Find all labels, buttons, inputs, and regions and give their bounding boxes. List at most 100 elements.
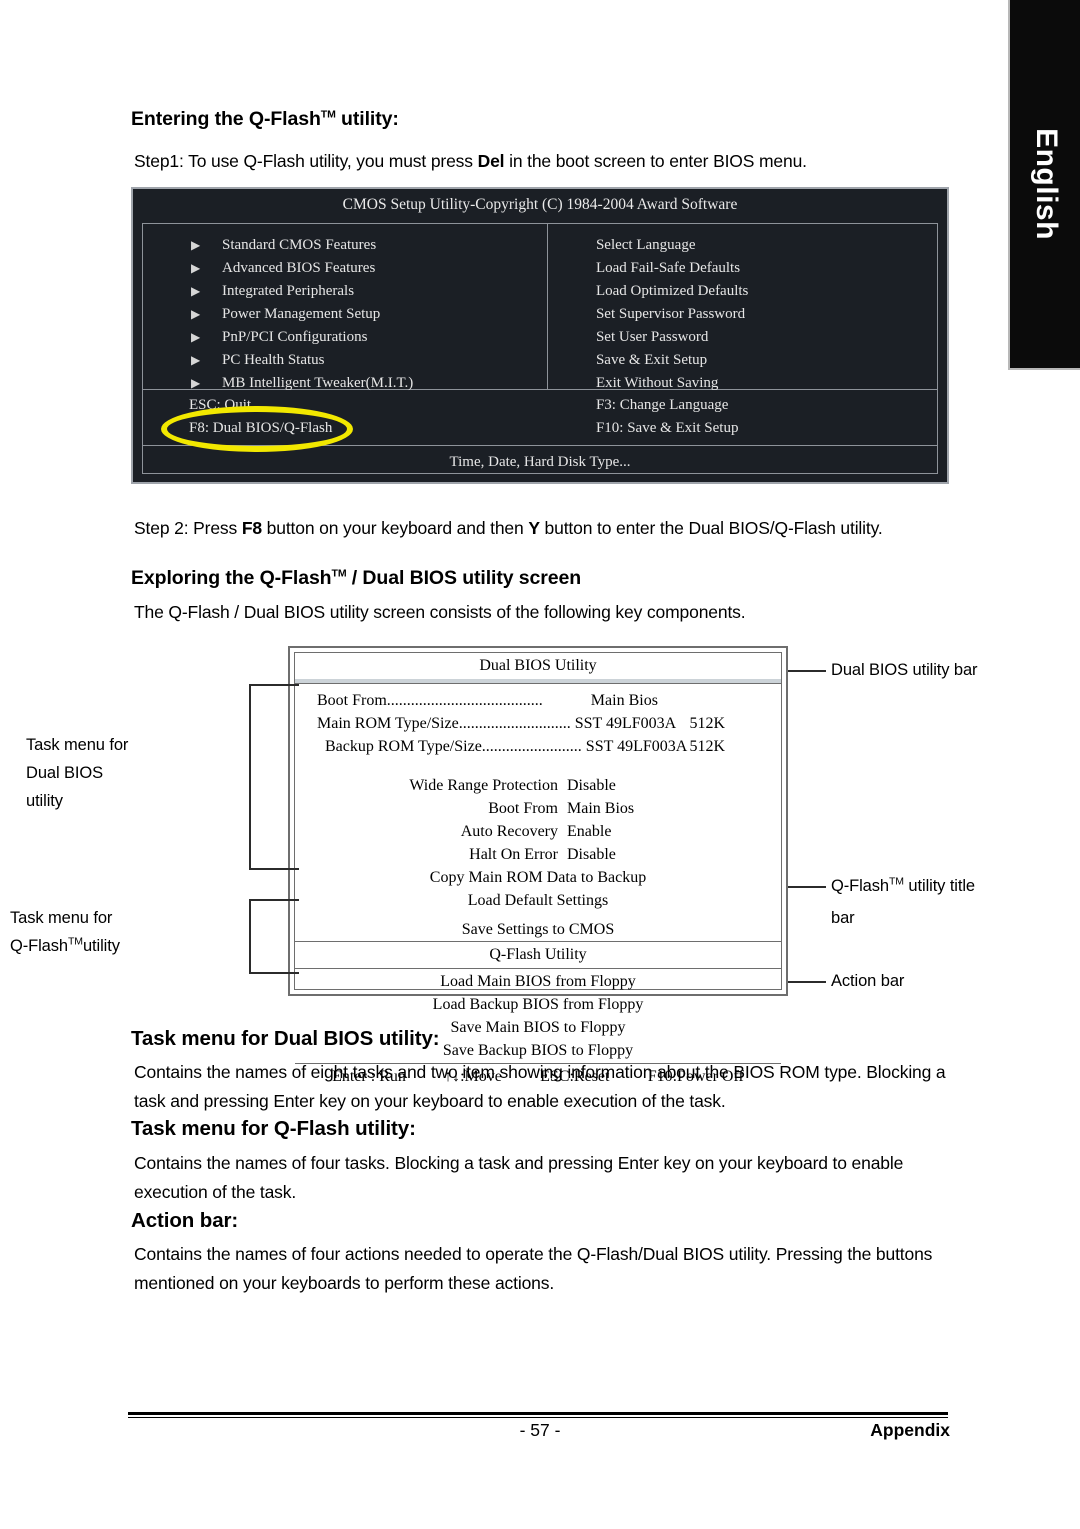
bios-menu-item[interactable]: ▶ Power Management Setup (143, 303, 547, 326)
info-label: Boot From...............................… (317, 692, 543, 709)
task-menu-qflash-description: Contains the names of four tasks. Blocki… (134, 1153, 904, 1202)
dual-bios-task-menu: Wide Range Protection Disable Boot From … (295, 774, 781, 942)
task-label: Boot From (488, 800, 558, 817)
step2-key-f8: F8 (241, 518, 262, 538)
qflash-dualbios-diagram: Dual BIOS Utility Boot From.............… (0, 640, 1080, 1085)
callout-qflash-suffix: utility title (903, 877, 975, 895)
task-row-auto-recovery[interactable]: Auto Recovery Enable (295, 820, 781, 843)
page-title-entering: Entering the Q-FlashTM utility: (131, 108, 399, 131)
bios-menu-item-label: Load Fail-Safe Defaults (595, 260, 741, 276)
trademark-mark: TM (320, 108, 336, 121)
task-label: Halt On Error (469, 846, 558, 863)
step2-text-a: Step 2: Press (134, 518, 242, 538)
bios-menu-item-label: Load Optimized Defaults (595, 283, 749, 299)
bios-menu-columns: ▶ Standard CMOS Features ▶ Advanced BIOS F… (143, 224, 937, 391)
triangle-right-icon: ▶ (191, 238, 201, 252)
footer-divider (128, 1412, 948, 1415)
task-value: Disable (567, 846, 616, 863)
bios-key-hint-f8: F8: Dual BIOS/Q-Flash (189, 420, 333, 436)
callout-task-menu-dual-bios-line2: Dual BIOS (26, 764, 104, 782)
leader-line-action-bar (788, 981, 826, 983)
step1-key-del: Del (477, 151, 505, 171)
bios-menu-item-label: Select Language (595, 237, 696, 253)
bios-menu-item-label: Integrated Peripherals (222, 283, 355, 299)
rom-info-block: Boot From...............................… (295, 680, 781, 758)
bios-menu-item[interactable]: Set User Password (548, 326, 937, 349)
bios-menu-item-label: Advanced BIOS Features (222, 260, 376, 276)
info-row-main-rom: Main ROM Type/Size......................… (295, 712, 781, 735)
info-size: 512K (689, 715, 725, 732)
callout-task-menu-dual-bios-line1: Task menu for (26, 736, 129, 754)
bios-menu-item[interactable]: Select Language (548, 234, 937, 257)
task-label: Auto Recovery (460, 823, 558, 840)
bracket-vertical-qflash (249, 899, 251, 973)
bios-title-bar: CMOS Setup Utility-Copyright (C) 1984-20… (342, 196, 738, 213)
step2-paragraph: Step 2: Press F8 button on your keyboard… (134, 514, 944, 543)
callout-action-bar: Action bar (831, 972, 905, 990)
bios-menu-item[interactable]: Save & Exit Setup (548, 349, 937, 372)
leader-line-dual-bios-bar (788, 670, 826, 672)
bios-key-hint: ESC: Quit (189, 397, 252, 413)
section-title-task-menu-dual-bios: Task menu for Dual BIOS utility: (131, 1027, 440, 1050)
bios-menu-left-column: ▶ Standard CMOS Features ▶ Advanced BIOS F… (143, 224, 548, 391)
task-row-copy-main-rom[interactable]: Copy Main ROM Data to Backup (295, 866, 781, 889)
callout-task-menu-qflash-line2: Q-FlashTMutility (10, 933, 120, 959)
bios-menu-item-label: PnP/PCI Configurations (222, 329, 368, 345)
task-row-halt-on-error[interactable]: Halt On Error Disable (295, 843, 781, 866)
task-row-boot-from[interactable]: Boot From Main Bios (295, 797, 781, 820)
trademark-mark: TM (67, 935, 83, 948)
page-title-exploring: Exploring the Q-FlashTM / Dual BIOS util… (131, 567, 581, 590)
bios-inner-frame: ▶ Standard CMOS Features ▶ Advanced BIOS F… (142, 223, 938, 474)
step1-text-a: Step1: To use Q-Flash utility, you must … (134, 151, 478, 171)
info-value: SST 49LF003A (574, 715, 677, 732)
footer-divider-thin (128, 1417, 948, 1418)
bracket-bottom-dual-bios (249, 868, 299, 870)
task-row-load-default-settings[interactable]: Load Default Settings (295, 889, 781, 912)
exploring-body-paragraph: The Q-Flash / Dual BIOS utility screen c… (134, 602, 746, 622)
qflash-task-load-main-bios[interactable]: Load Main BIOS from Floppy (295, 970, 781, 993)
bios-key-legend-left: ESC: Quit F8: Dual BIOS/Q-Flash (143, 390, 548, 445)
bios-menu-item-label: Set Supervisor Password (595, 306, 746, 322)
step1-paragraph: Step1: To use Q-Flash utility, you must … (134, 147, 934, 176)
bios-status-line: Time, Date, Hard Disk Type... (449, 454, 631, 470)
triangle-right-icon: ▶ (191, 330, 201, 344)
utility-screen-mockup: Dual BIOS Utility Boot From.............… (288, 646, 788, 1085)
trademark-mark: TM (331, 567, 347, 580)
callout-dual-bios-utility-bar: Dual BIOS utility bar (831, 661, 978, 679)
exploring-heading-prefix: Exploring the Q-Flash (131, 567, 332, 589)
exploring-heading-suffix: / Dual BIOS utility screen (346, 567, 582, 589)
dual-bios-utility-bar: Dual BIOS Utility (295, 653, 781, 684)
footer-section-label: Appendix (870, 1420, 950, 1440)
bios-menu-item-label: PC Health Status (222, 352, 325, 368)
bracket-vertical-dual-bios (249, 684, 251, 869)
info-label: Backup ROM Type/Size....................… (325, 738, 582, 755)
bios-menu-item[interactable]: ▶ PC Health Status (143, 349, 547, 372)
task-value: Enable (567, 823, 612, 840)
bios-menu-item[interactable]: ▶ Integrated Peripherals (143, 280, 547, 303)
task-row-wide-range-protection[interactable]: Wide Range Protection Disable (295, 774, 781, 797)
callout-task-menu-dual-bios-line3: utility (26, 792, 63, 810)
callout-qflash-title-bar-line2: bar (831, 909, 855, 927)
task-row-save-settings-to-cmos[interactable]: Save Settings to CMOS (295, 918, 781, 942)
info-row-backup-rom: Backup ROM Type/Size....................… (295, 735, 781, 758)
bios-key-legend: ESC: Quit F8: Dual BIOS/Q-Flash F3: Chan… (143, 390, 937, 446)
bios-menu-item[interactable]: ▶ Advanced BIOS Features (143, 257, 547, 280)
bios-menu-item[interactable]: Set Supervisor Password (548, 303, 937, 326)
entering-heading-prefix: Entering the Q-Flash (131, 108, 321, 130)
section-title-action-bar: Action bar: (131, 1209, 239, 1232)
bios-key-hint: F10: Save & Exit Setup (595, 420, 739, 436)
bios-menu-item[interactable]: ▶ PnP/PCI Configurations (143, 326, 547, 349)
bios-menu-item-label: Power Management Setup (222, 306, 381, 322)
bios-menu-item[interactable]: Load Fail-Safe Defaults (548, 257, 937, 280)
bios-menu-item-label: Set User Password (595, 329, 709, 345)
bios-key-legend-right: F3: Change Language F10: Save & Exit Set… (548, 390, 937, 445)
utility-screen-inner-frame: Dual BIOS Utility Boot From.............… (294, 652, 782, 1085)
callout-qflash-utility-title-bar: Q-FlashTM utility title (831, 873, 975, 899)
triangle-right-icon: ▶ (191, 261, 201, 275)
bios-menu-item[interactable]: ▶ Standard CMOS Features (143, 234, 547, 257)
bios-menu-item[interactable]: Load Optimized Defaults (548, 280, 937, 303)
step2-key-y: Y (528, 518, 540, 538)
callout-qflash-task-suffix: utility (82, 937, 120, 955)
qflash-task-load-backup-bios[interactable]: Load Backup BIOS from Floppy (295, 993, 781, 1016)
trademark-mark: TM (888, 875, 904, 888)
